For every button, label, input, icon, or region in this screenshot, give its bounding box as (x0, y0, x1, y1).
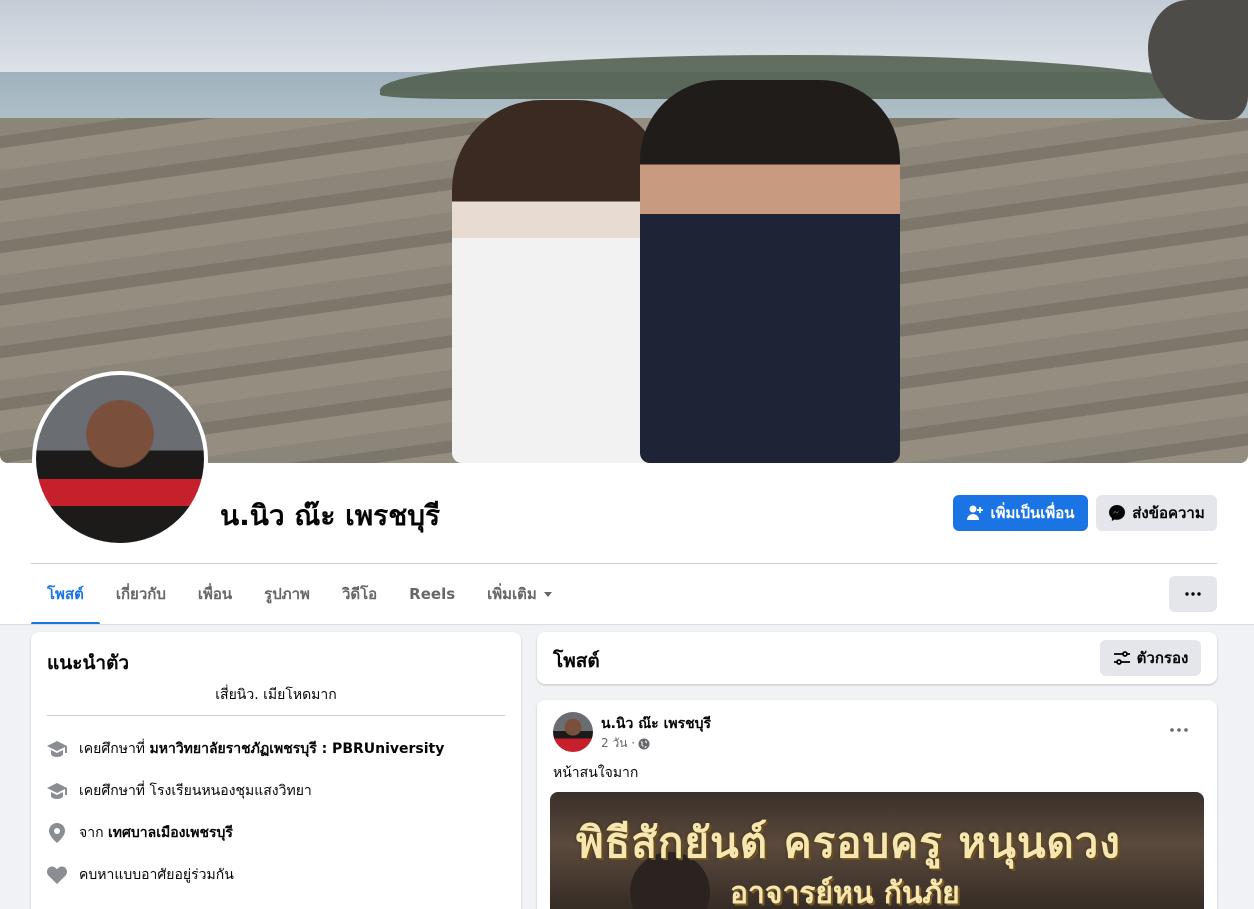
post-text: หน้าสนใจมาก (553, 765, 639, 781)
ellipsis-icon (1185, 592, 1201, 596)
post-author-name[interactable]: น.นิว ณ๊ะ เพรชบุรี (601, 713, 711, 735)
post-options-button[interactable] (1161, 718, 1197, 742)
posts-title: โพสต์ (553, 650, 600, 672)
bio-text: เสี่ยนิว. เมียโหดมาก (215, 687, 337, 703)
profile-avatar[interactable] (32, 371, 208, 547)
intro-item-value[interactable]: โรงเรียนหนองชุมแสงวิทยา (150, 783, 312, 799)
add-friend-button[interactable]: เพิ่มเป็นเพื่อน (953, 495, 1088, 531)
post-image-subtitle: อาจารย์หน กันภัย (730, 876, 960, 909)
tab-label: เกี่ยวกับ (115, 585, 166, 603)
tab-photos[interactable]: รูปภาพ (248, 564, 326, 624)
graduation-cap-icon (47, 781, 67, 801)
post-image-title: พิธีสักยันต์ ครอบครู หนุนดวง (576, 818, 1121, 867)
tab-label: เพื่อน (197, 585, 233, 603)
ellipsis-icon (1170, 728, 1188, 732)
tab-reels[interactable]: Reels (393, 564, 471, 624)
bio-divider (47, 715, 505, 716)
profile-tabs: โพสต์ เกี่ยวกับ เพื่อน รูปภาพ วิดีโอ Ree… (31, 564, 569, 625)
heart-icon (47, 865, 67, 885)
tab-posts[interactable]: โพสต์ (31, 564, 100, 625)
tab-more[interactable]: เพิ่มเติม (471, 564, 569, 624)
intro-card: แนะนำตัว เสี่ยนิว. เมียโหดมาก เคยศึกษาที… (31, 632, 521, 909)
add-friend-icon (967, 505, 984, 520)
post-image[interactable]: พิธีสักยันต์ ครอบครู หนุนดวง อาจารย์หน ก… (550, 792, 1204, 909)
filter-button[interactable]: ตัวกรอง (1100, 640, 1201, 676)
add-friend-label: เพิ่มเป็นเพื่อน (990, 504, 1075, 522)
header-bottom-border (0, 624, 1254, 625)
tab-friends[interactable]: เพื่อน (182, 564, 248, 624)
intro-item-relationship: คบหาแบบอาศัยอยู่ร่วมกัน (47, 864, 234, 886)
intro-item-prefix: จาก (79, 825, 108, 841)
post-card: น.นิว ณ๊ะ เพรชบุรี 2 วัน · หน้าสนใจมาก พ… (537, 700, 1217, 909)
profile-name: น.นิว ณ๊ะ เพรชบุรี (220, 499, 441, 532)
profile-header: น.นิว ณ๊ะ เพรชบุรี เพิ่มเป็นเพื่อน ส่งข้… (0, 0, 1254, 625)
intro-item-value[interactable]: มหาวิทยาลัยราชภัฏเพชรบุรี : PBRUniversit… (150, 741, 445, 757)
tab-about[interactable]: เกี่ยวกับ (100, 564, 182, 624)
filter-sliders-icon (1113, 651, 1130, 665)
intro-item-value[interactable]: เทศบาลเมืองเพชรบุรี (108, 825, 233, 841)
tab-label: Reels (409, 585, 456, 603)
posts-header-card: โพสต์ ตัวกรอง (537, 632, 1217, 684)
graduation-cap-icon (47, 739, 67, 759)
more-options-button[interactable] (1169, 576, 1217, 612)
message-button[interactable]: ส่งข้อความ (1096, 495, 1217, 531)
intro-item-education-2: เคยศึกษาที่ โรงเรียนหนองชุมแสงวิทยา (47, 780, 312, 802)
intro-item-hometown: จาก เทศบาลเมืองเพชรบุรี (47, 822, 233, 844)
messenger-icon (1109, 505, 1126, 521)
post-timestamp: 2 วัน · (601, 734, 650, 753)
location-pin-icon (47, 823, 67, 843)
caret-down-icon (543, 592, 552, 597)
post-time-text[interactable]: 2 วัน · (601, 734, 635, 753)
message-label: ส่งข้อความ (1132, 504, 1205, 522)
globe-icon (638, 738, 650, 749)
intro-item-prefix: เคยศึกษาที่ (79, 783, 150, 799)
tab-label: โพสต์ (47, 585, 84, 603)
cover-photo[interactable] (0, 0, 1248, 463)
filter-label: ตัวกรอง (1136, 649, 1189, 667)
tab-label: วิดีโอ (341, 585, 378, 603)
tab-label: รูปภาพ (264, 585, 310, 603)
post-author-avatar[interactable] (553, 712, 593, 752)
intro-item-education-1: เคยศึกษาที่ มหาวิทยาลัยราชภัฏเพชรบุรี : … (47, 738, 444, 760)
intro-item-prefix: เคยศึกษาที่ (79, 741, 150, 757)
tab-label: เพิ่มเติม (487, 585, 537, 603)
intro-item-value: คบหาแบบอาศัยอยู่ร่วมกัน (79, 867, 234, 883)
tab-videos[interactable]: วิดีโอ (326, 564, 393, 624)
intro-title: แนะนำตัว (47, 652, 130, 674)
